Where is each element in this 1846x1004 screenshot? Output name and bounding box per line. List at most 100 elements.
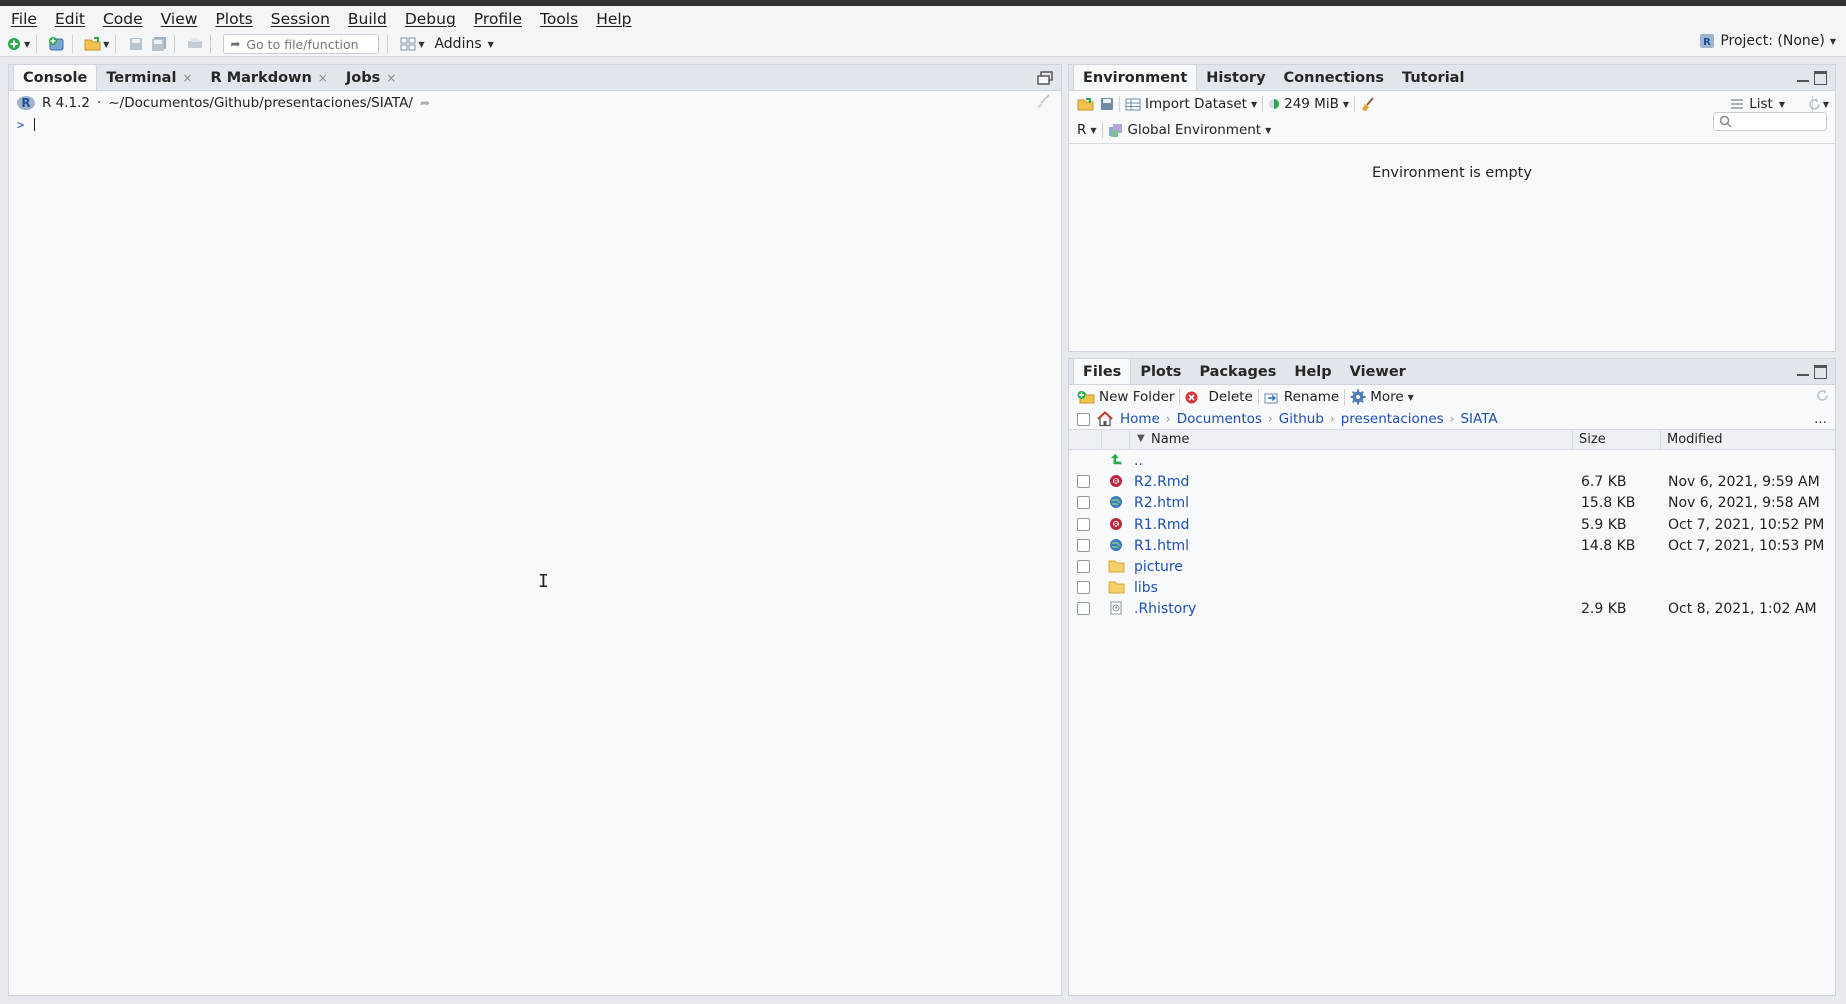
toolbar-divider: [1257, 389, 1259, 405]
save-icon[interactable]: [127, 35, 145, 53]
row-checkbox[interactable]: [1077, 581, 1090, 595]
open-file-dropdown-icon[interactable]: ▼: [103, 40, 109, 49]
breadcrumb-presentaciones[interactable]: presentaciones: [1341, 411, 1444, 427]
row-checkbox[interactable]: [1077, 602, 1090, 616]
environment-scope-select[interactable]: Global Environment ▼: [1108, 122, 1271, 138]
pane-layout-icon[interactable]: [399, 35, 417, 53]
menu-edit[interactable]: Edit: [46, 10, 94, 28]
file-name[interactable]: R1.html: [1134, 538, 1189, 554]
language-select[interactable]: R ▼: [1077, 122, 1097, 138]
maximize-pane-icon[interactable]: [1814, 365, 1827, 379]
table-row[interactable]: R2.html 15.8 KB Nov 6, 2021, 9:58 AM: [1069, 492, 1835, 513]
tab-terminal[interactable]: Terminal ×: [97, 66, 201, 90]
rename-button[interactable]: Rename: [1264, 389, 1339, 405]
breadcrumb-github[interactable]: Github: [1279, 411, 1324, 427]
clear-console-icon[interactable]: [1035, 93, 1051, 109]
breadcrumb-home[interactable]: Home: [1120, 411, 1160, 427]
tab-environment[interactable]: Environment: [1073, 64, 1198, 90]
addins-button[interactable]: Addins ▼: [434, 36, 493, 52]
file-name[interactable]: libs: [1134, 580, 1158, 596]
parent-directory-link[interactable]: ..: [1134, 453, 1143, 469]
tab-console[interactable]: Console: [13, 64, 98, 90]
breadcrumb-siata[interactable]: SIATA: [1460, 411, 1497, 427]
restore-pane-icon[interactable]: [1037, 71, 1053, 85]
tab-help[interactable]: Help: [1285, 360, 1340, 384]
maximize-pane-icon[interactable]: [1814, 71, 1827, 85]
tab-tutorial[interactable]: Tutorial: [1393, 66, 1473, 90]
tab-connections[interactable]: Connections: [1275, 66, 1394, 90]
minimize-pane-icon[interactable]: [1797, 80, 1809, 82]
console-input-cursor[interactable]: [34, 118, 35, 131]
column-modified-header[interactable]: Modified: [1667, 432, 1722, 447]
environment-search-input[interactable]: [1713, 112, 1827, 131]
print-icon[interactable]: [186, 35, 204, 53]
file-name[interactable]: picture: [1134, 559, 1183, 575]
go-to-directory-icon[interactable]: ➦: [420, 96, 430, 110]
row-checkbox[interactable]: [1077, 475, 1090, 489]
table-row[interactable]: picture: [1069, 556, 1835, 577]
memory-usage-button[interactable]: 249 MiB ▼: [1268, 96, 1349, 112]
breadcrumb-documentos[interactable]: Documentos: [1177, 411, 1262, 427]
close-icon[interactable]: ×: [386, 71, 396, 85]
parent-directory-row[interactable]: ..: [1069, 450, 1835, 471]
more-button[interactable]: More ▼: [1350, 389, 1414, 405]
menu-debug[interactable]: Debug: [396, 10, 465, 28]
new-file-icon[interactable]: [5, 35, 23, 53]
menu-plots[interactable]: Plots: [206, 10, 261, 28]
tab-files[interactable]: Files: [1073, 358, 1132, 384]
project-menu[interactable]: R Project: (None) ▼: [1699, 33, 1836, 49]
working-directory[interactable]: ~/Documentos/Github/presentaciones/SIATA…: [108, 95, 413, 111]
file-name[interactable]: R1.Rmd: [1134, 517, 1189, 533]
tab-history[interactable]: History: [1197, 66, 1274, 90]
save-workspace-icon[interactable]: [1100, 97, 1114, 111]
row-checkbox[interactable]: [1077, 559, 1090, 573]
sort-descending-icon[interactable]: ▼: [1137, 433, 1145, 444]
goto-file-input[interactable]: ➦ Go to file/function: [223, 34, 380, 54]
column-size-header[interactable]: Size: [1579, 432, 1606, 447]
more-path-button[interactable]: ...: [1814, 411, 1827, 427]
save-all-icon[interactable]: [150, 35, 168, 53]
refresh-environment-button[interactable]: ▼: [1808, 98, 1829, 111]
tab-viewer[interactable]: Viewer: [1341, 360, 1415, 384]
home-icon[interactable]: [1096, 411, 1114, 427]
table-row[interactable]: R1.html 14.8 KB Oct 7, 2021, 10:53 PM: [1069, 535, 1835, 556]
close-icon[interactable]: ×: [318, 71, 328, 85]
new-project-icon[interactable]: [48, 35, 66, 53]
menu-build[interactable]: Build: [339, 10, 396, 28]
minimize-pane-icon[interactable]: [1797, 374, 1809, 376]
new-file-dropdown-icon[interactable]: ▼: [24, 40, 30, 49]
select-all-checkbox[interactable]: [1077, 412, 1090, 426]
menu-file[interactable]: File: [0, 10, 46, 28]
column-name-header[interactable]: Name: [1151, 432, 1189, 447]
open-file-icon[interactable]: [84, 35, 102, 53]
table-row[interactable]: R R1.Rmd 5.9 KB Oct 7, 2021, 10:52 PM: [1069, 514, 1835, 535]
menu-profile[interactable]: Profile: [465, 10, 531, 28]
file-name[interactable]: R2.Rmd: [1134, 474, 1189, 490]
view-mode-button[interactable]: List ▼: [1731, 96, 1785, 112]
menu-tools[interactable]: Tools: [531, 10, 587, 28]
clear-workspace-icon[interactable]: [1360, 96, 1376, 112]
tab-r-markdown[interactable]: R Markdown ×: [202, 66, 337, 90]
table-row[interactable]: R R2.Rmd 6.7 KB Nov 6, 2021, 9:59 AM: [1069, 471, 1835, 492]
table-row[interactable]: .Rhistory 2.9 KB Oct 8, 2021, 1:02 AM: [1069, 598, 1835, 619]
close-icon[interactable]: ×: [182, 71, 192, 85]
menu-help[interactable]: Help: [587, 10, 640, 28]
file-name[interactable]: R2.html: [1134, 495, 1189, 511]
load-workspace-icon[interactable]: [1077, 97, 1095, 111]
menu-code[interactable]: Code: [94, 10, 152, 28]
tab-packages[interactable]: Packages: [1190, 360, 1285, 384]
delete-button[interactable]: Delete: [1185, 389, 1253, 405]
row-checkbox[interactable]: [1077, 538, 1090, 552]
row-checkbox[interactable]: [1077, 496, 1090, 510]
table-row[interactable]: libs: [1069, 577, 1835, 598]
tab-jobs[interactable]: Jobs ×: [337, 66, 405, 90]
tab-plots[interactable]: Plots: [1131, 360, 1190, 384]
pane-layout-dropdown-icon[interactable]: ▼: [418, 40, 424, 49]
import-dataset-button[interactable]: Import Dataset ▼: [1125, 96, 1257, 112]
menu-view[interactable]: View: [152, 10, 207, 28]
menu-session[interactable]: Session: [262, 10, 339, 28]
refresh-files-button[interactable]: [1816, 389, 1829, 406]
file-name[interactable]: .Rhistory: [1134, 601, 1196, 617]
new-folder-button[interactable]: New Folder: [1077, 389, 1174, 405]
row-checkbox[interactable]: [1077, 517, 1090, 531]
